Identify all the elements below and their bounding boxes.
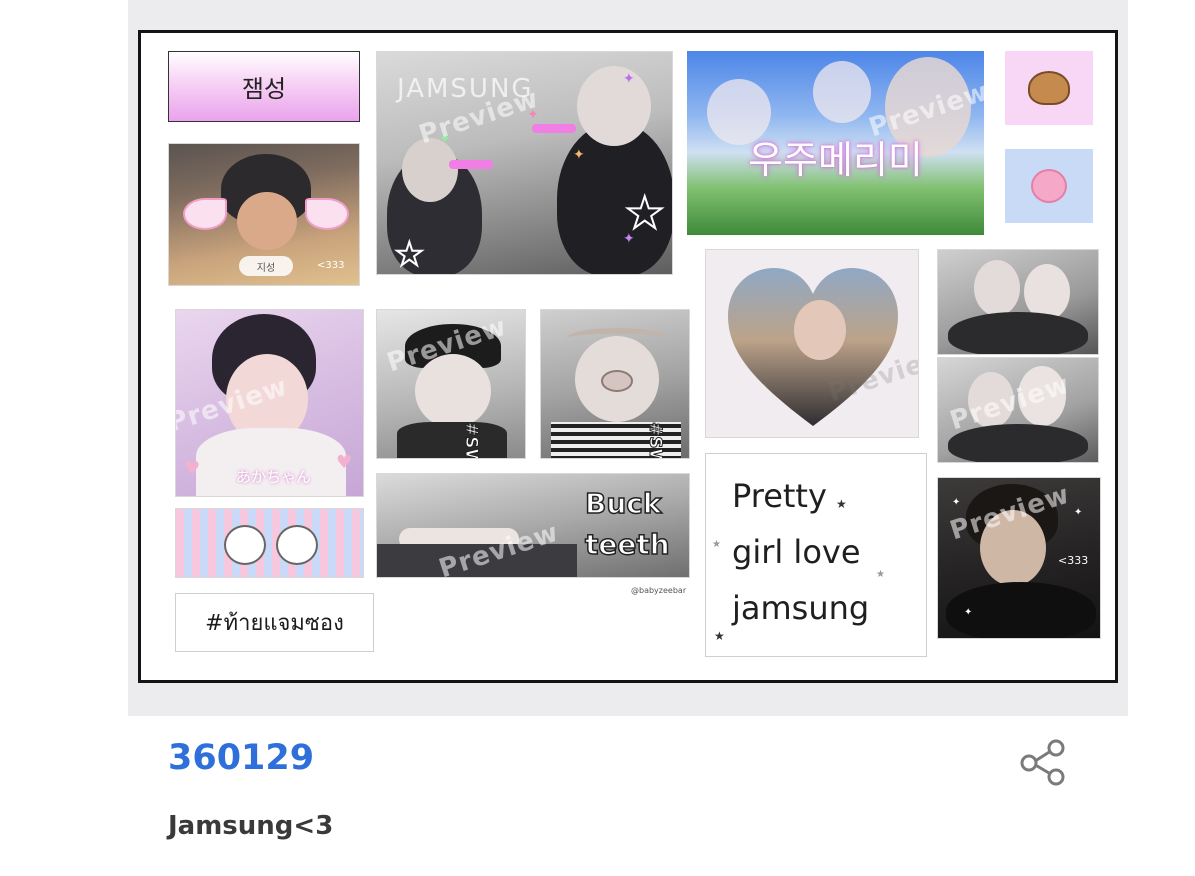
heart-icon: ♥ — [336, 452, 353, 473]
heart-frame-photo: Preview — [705, 249, 919, 438]
mushroom-sticker — [1005, 51, 1093, 125]
boy-face — [415, 354, 491, 428]
sparkle-icon: ✦ — [527, 107, 539, 123]
sparkle-icon: ✦ — [623, 71, 635, 87]
pretty-line1: Pretty — [732, 477, 827, 515]
frame-top-strip — [128, 0, 1128, 20]
couple-photo-bottom: Preview — [937, 357, 1099, 463]
sticker-sheet-image: 잼성 지성 <333 JAMSUNG ✦ ✦ ✦ ✦ ✦ ★ ★ Preview — [138, 30, 1118, 683]
heart-face — [794, 300, 846, 360]
sparkle-icon: ✦ — [1074, 507, 1083, 518]
pretty-text-block: Pretty girl love jamsung — [732, 468, 869, 636]
photo-heart-text: <333 — [1058, 554, 1089, 567]
uju-sky-photo: 우주메리미 Preview — [687, 51, 984, 235]
jamsung-label-sticker: 잼성 — [168, 51, 360, 122]
bunny-sticker — [1005, 149, 1093, 223]
listing-description: Jamsung<3 — [168, 811, 334, 841]
bunny-head-icon — [224, 525, 266, 565]
seat-shape — [377, 544, 577, 577]
akachan-text: あかちゃん — [236, 468, 312, 486]
couple-bottom-face-right — [1018, 366, 1066, 426]
credit-text: @babyzeebar — [631, 586, 687, 595]
sparkle-icon: ✦ — [573, 147, 585, 163]
jamsung-photo-text: JAMSUNG — [397, 74, 534, 104]
pink-bar-2 — [449, 160, 493, 169]
pretty-line2: girl love — [732, 533, 861, 571]
person-right-face — [577, 66, 651, 146]
star-icon: ★ — [836, 497, 847, 511]
star-outline-icon: ★ — [394, 235, 425, 273]
pink-bar-1 — [532, 124, 576, 133]
buck-line1: Buck — [584, 486, 662, 520]
share-icon — [1020, 739, 1065, 786]
listing-title-link[interactable]: 360129 — [168, 738, 314, 778]
akachan-photo: あかちゃん ♥ ♥ Preview — [175, 309, 364, 497]
uju-text-wrap: 우주메리미 — [687, 129, 984, 184]
star-icon: ★ — [712, 539, 721, 550]
star-outline-icon: ★ — [624, 188, 665, 239]
kid-tag-badge: 지성 — [239, 256, 293, 276]
night-face — [980, 510, 1046, 586]
face-middle — [813, 61, 871, 123]
swag-text-1: #SWAG — [461, 422, 482, 459]
kid-heart-text: <333 — [317, 260, 345, 271]
kid-face — [237, 192, 297, 250]
buck-line2: teeth — [584, 527, 670, 561]
boy-shirt — [397, 422, 507, 458]
uju-text: 우주메리미 — [748, 138, 923, 182]
pig-nose-icon — [601, 370, 633, 392]
star-icon: ★ — [876, 569, 885, 580]
couple-photo-top — [937, 249, 1099, 355]
person-left-face — [402, 138, 458, 202]
share-button[interactable] — [1018, 738, 1070, 786]
sparkle-icon: ✦ — [964, 607, 973, 618]
swag-boy-hat-photo: #SWAG Preview — [376, 309, 526, 459]
couple-bottom-body — [948, 424, 1088, 462]
kid-wings-photo: 지성 <333 — [168, 143, 360, 286]
heart-icon: ♥ — [184, 458, 201, 479]
thai-hashtag-text: #ท้ายแจมซอง — [205, 611, 344, 636]
kid-tag-text: 지성 — [256, 262, 276, 274]
jamsung-duo-photo: JAMSUNG ✦ ✦ ✦ ✦ ✦ ★ ★ Preview — [376, 51, 673, 275]
couple-top-body — [948, 312, 1088, 354]
buck-text-wrap: Buck teeth — [584, 480, 687, 561]
bunny-icon — [1031, 169, 1067, 203]
swag-text-2: #SWAG — [645, 422, 666, 459]
star-icon: ★ — [714, 629, 725, 643]
sparkle-icon: ✦ — [439, 131, 451, 147]
thai-hashtag-sticker: #ท้ายแจมซอง — [175, 593, 374, 652]
wing-left-icon — [183, 198, 227, 230]
pretty-line3: jamsung — [732, 589, 870, 627]
bear-head-icon — [276, 525, 318, 565]
buck-teeth-photo: Buck teeth Preview — [376, 473, 690, 578]
bunny-ears-icon — [567, 328, 667, 348]
jamsung-label-text: 잼성 — [241, 75, 287, 103]
pretty-girl-text-sticker: Pretty girl love jamsung ★ ★ ★ ★ — [705, 453, 927, 657]
couple-bottom-face-left — [968, 372, 1014, 428]
night-portrait-photo: <333 ✦ ✦ ✦ Preview — [937, 477, 1101, 639]
swag-pig-nose-photo: #SWAG — [540, 309, 690, 459]
mushroom-icon — [1028, 71, 1070, 105]
wing-right-icon — [305, 198, 349, 230]
stripe-bear-sticker — [175, 508, 364, 578]
couple-top-face-left — [974, 260, 1020, 316]
sparkle-icon: ✦ — [952, 497, 961, 508]
